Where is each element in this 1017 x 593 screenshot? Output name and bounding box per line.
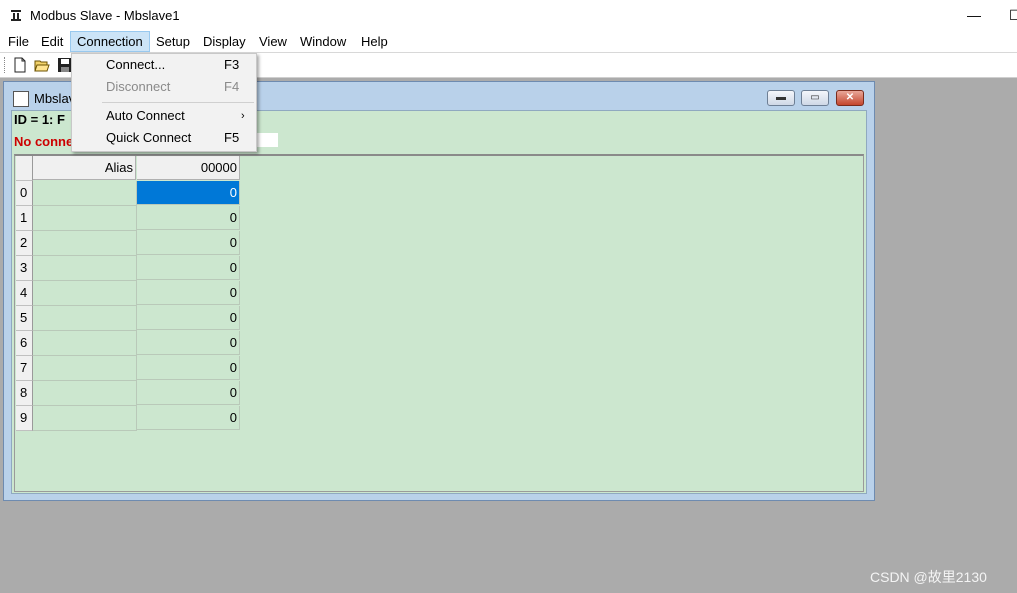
alias-cell[interactable] xyxy=(33,206,137,231)
alias-cell[interactable] xyxy=(33,281,137,306)
menu-help[interactable]: Help xyxy=(355,32,394,51)
alias-cell[interactable] xyxy=(33,256,137,281)
table-row: 1 0 xyxy=(16,206,241,231)
value-cell[interactable]: 0 xyxy=(137,356,240,380)
menu-setup[interactable]: Setup xyxy=(150,32,196,51)
open-folder-icon[interactable] xyxy=(34,57,50,73)
menu-edit[interactable]: Edit xyxy=(35,32,69,51)
row-header[interactable]: 9 xyxy=(16,406,33,431)
connect-shortcut: F3 xyxy=(224,57,240,72)
connection-status: No conne xyxy=(14,134,74,149)
submenu-arrow-icon: › xyxy=(241,110,245,122)
child-minimize-icon[interactable]: ▬ xyxy=(767,90,795,106)
row-header[interactable]: 1 xyxy=(16,206,33,231)
quick-connect-shortcut: F5 xyxy=(224,130,240,145)
table-row: 3 0 xyxy=(16,256,241,281)
table-row: 4 0 xyxy=(16,281,241,306)
document-icon xyxy=(13,91,29,107)
menu-connection[interactable]: Connection xyxy=(70,31,150,52)
alias-cell[interactable] xyxy=(33,181,137,206)
table-row: 9 0 xyxy=(16,406,241,431)
table-row: 5 0 xyxy=(16,306,241,331)
row-header[interactable]: 2 xyxy=(16,231,33,256)
alias-column-header[interactable]: Alias xyxy=(33,156,136,180)
alias-cell[interactable] xyxy=(33,306,137,331)
menu-separator xyxy=(102,102,254,103)
value-cell[interactable]: 0 xyxy=(137,281,240,305)
toolbar-grip[interactable] xyxy=(4,57,7,73)
table-row: 8 0 xyxy=(16,381,241,406)
quick-connect-label: Quick Connect xyxy=(106,130,192,145)
value-cell[interactable]: 0 xyxy=(137,406,240,430)
connection-dropdown-menu: Connect... F3 Disconnect F4 Auto Connect… xyxy=(71,53,257,152)
auto-connect-label: Auto Connect xyxy=(106,108,185,123)
watermark-text: CSDN @故里2130 xyxy=(870,569,987,585)
connect-label: Connect... xyxy=(106,57,166,72)
table-row: 6 0 xyxy=(16,331,241,356)
alias-cell[interactable] xyxy=(33,356,137,381)
app-title: Modbus Slave - Mbslave1 xyxy=(30,8,180,23)
value-cell[interactable]: 0 xyxy=(137,306,240,330)
table-row: 2 0 xyxy=(16,231,241,256)
register-grid: Alias 00000 0 0 1 0 2 0 3 0 4 0 5 0 6 0 … xyxy=(14,154,864,492)
disconnect-label: Disconnect xyxy=(106,79,171,94)
alias-cell[interactable] xyxy=(33,231,137,256)
value-cell[interactable]: 0 xyxy=(137,206,240,230)
child-close-icon[interactable]: ✕ xyxy=(836,90,864,106)
alias-cell[interactable] xyxy=(33,381,137,406)
row-header[interactable]: 8 xyxy=(16,381,33,406)
row-header[interactable]: 4 xyxy=(16,281,33,306)
slave-id-line: ID = 1: F xyxy=(14,112,65,127)
menu-item-connect[interactable]: Connect... F3 xyxy=(73,54,255,76)
menu-file[interactable]: File xyxy=(2,32,35,51)
modbus-app-icon xyxy=(9,8,23,22)
grid-corner xyxy=(16,156,33,181)
disconnect-shortcut: F4 xyxy=(224,79,240,94)
value-column-header[interactable]: 00000 xyxy=(137,156,240,180)
menu-window[interactable]: Window xyxy=(294,32,352,51)
minimize-icon[interactable]: — xyxy=(967,6,981,24)
menu-view[interactable]: View xyxy=(253,32,293,51)
value-cell-selected[interactable]: 0 xyxy=(137,181,240,205)
app-titlebar: Modbus Slave - Mbslave1 — ☐ xyxy=(0,0,1017,31)
menu-item-auto-connect[interactable]: Auto Connect › xyxy=(73,105,255,127)
new-file-icon[interactable] xyxy=(12,57,28,73)
value-cell[interactable]: 0 xyxy=(137,231,240,255)
alias-cell[interactable] xyxy=(33,331,137,356)
child-restore-icon[interactable]: ▭ xyxy=(801,90,829,106)
table-row: 0 0 xyxy=(16,181,241,206)
value-cell[interactable]: 0 xyxy=(137,331,240,355)
menu-item-quick-connect[interactable]: Quick Connect F5 xyxy=(73,127,255,149)
row-header[interactable]: 6 xyxy=(16,331,33,356)
row-header[interactable]: 7 xyxy=(16,356,33,381)
row-header[interactable]: 5 xyxy=(16,306,33,331)
menu-item-disconnect[interactable]: Disconnect F4 xyxy=(73,76,255,98)
row-header[interactable]: 3 xyxy=(16,256,33,281)
alias-cell[interactable] xyxy=(33,406,137,431)
maximize-icon[interactable]: ☐ xyxy=(1009,6,1017,24)
menubar: File Edit Connection Setup Display View … xyxy=(0,31,1017,53)
mbslave-window-title: Mbslav xyxy=(34,91,76,106)
table-row: 7 0 xyxy=(16,356,241,381)
value-cell[interactable]: 0 xyxy=(137,256,240,280)
value-cell[interactable]: 0 xyxy=(137,381,240,405)
grid-header-row: Alias 00000 xyxy=(16,156,241,181)
mbslave-client-area: ID = 1: F No conne Alias 00000 0 0 1 0 2 xyxy=(11,110,867,494)
row-header[interactable]: 0 xyxy=(16,181,33,206)
menu-display[interactable]: Display xyxy=(197,32,252,51)
